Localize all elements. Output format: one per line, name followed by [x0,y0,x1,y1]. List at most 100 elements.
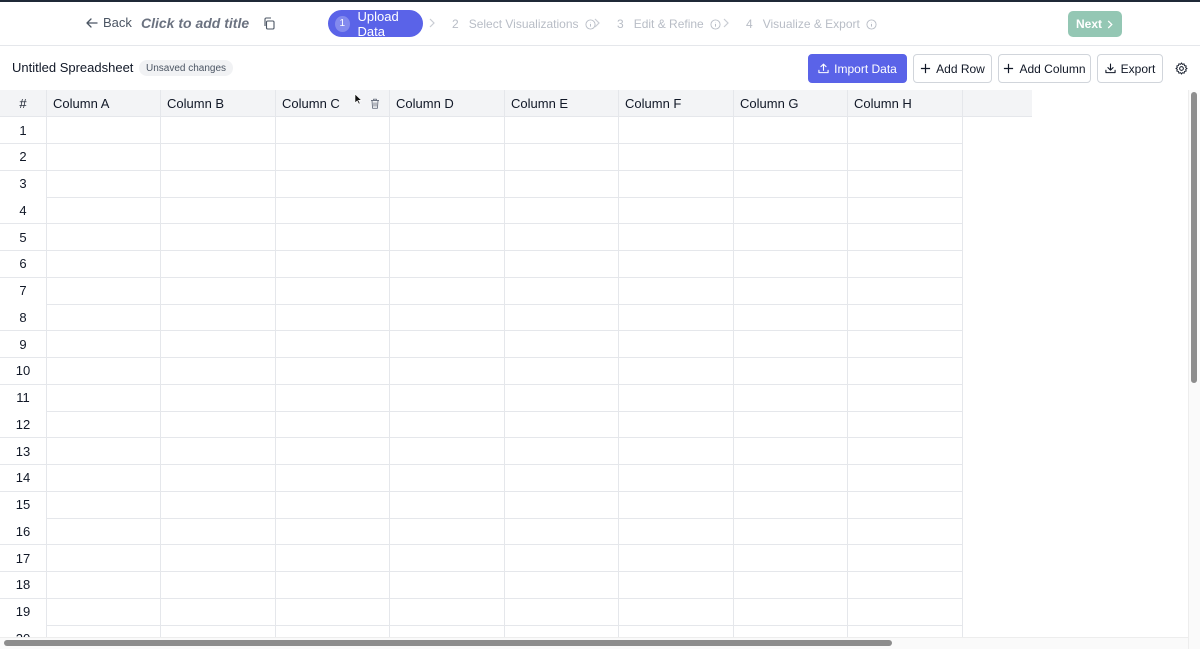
next-button[interactable]: Next [1068,11,1122,37]
table-cell[interactable] [619,197,734,225]
table-cell[interactable] [619,304,734,332]
table-cell[interactable] [276,518,390,546]
table-cell[interactable] [619,224,734,251]
table-cell[interactable] [848,304,963,332]
table-cell[interactable] [734,411,848,439]
table-cell[interactable] [848,571,963,599]
table-cell[interactable] [734,571,848,599]
table-cell[interactable] [390,411,505,439]
table-cell[interactable] [505,224,619,251]
table-cell[interactable] [619,277,734,305]
table-cell[interactable] [505,277,619,305]
table-cell[interactable] [848,545,963,572]
table-cell[interactable] [505,545,619,572]
table-cell[interactable] [505,197,619,225]
table-cell[interactable] [734,170,848,198]
table-cell[interactable] [505,464,619,492]
table-cell[interactable] [734,625,848,637]
table-cell[interactable] [47,411,161,439]
table-cell[interactable] [276,170,390,198]
table-cell[interactable] [619,250,734,278]
table-cell[interactable] [619,625,734,637]
table-cell[interactable] [734,598,848,626]
table-cell[interactable] [619,117,734,144]
column-header[interactable]: Column E [505,90,619,117]
table-cell[interactable] [734,491,848,519]
column-header[interactable]: Column B [161,90,276,117]
table-cell[interactable] [848,598,963,626]
info-icon[interactable] [710,18,721,30]
table-cell[interactable] [276,117,390,144]
table-cell[interactable] [390,250,505,278]
table-cell[interactable] [848,170,963,198]
gear-icon[interactable] [1175,62,1188,75]
table-cell[interactable] [390,571,505,599]
table-cell[interactable] [505,438,619,465]
table-cell[interactable] [734,331,848,358]
table-cell[interactable] [848,625,963,637]
table-cell[interactable] [47,438,161,465]
table-cell[interactable] [619,545,734,572]
table-cell[interactable] [734,384,848,412]
table-cell[interactable] [161,545,276,572]
table-cell[interactable] [619,518,734,546]
table-cell[interactable] [390,143,505,171]
step-edit-refine[interactable]: 3 Edit & Refine [617,17,721,31]
table-cell[interactable] [47,170,161,198]
table-cell[interactable] [390,277,505,305]
table-cell[interactable] [848,331,963,358]
horizontal-scrollbar[interactable] [4,640,892,646]
table-cell[interactable] [276,277,390,305]
table-cell[interactable] [390,464,505,492]
table-cell[interactable] [47,545,161,572]
table-cell[interactable] [734,545,848,572]
table-cell[interactable] [161,277,276,305]
table-cell[interactable] [848,384,963,412]
table-cell[interactable] [619,143,734,171]
table-cell[interactable] [47,250,161,278]
table-cell[interactable] [505,117,619,144]
table-cell[interactable] [161,598,276,626]
table-cell[interactable] [161,384,276,412]
table-cell[interactable] [161,250,276,278]
table-cell[interactable] [390,545,505,572]
table-cell[interactable] [505,625,619,637]
table-cell[interactable] [276,197,390,225]
table-cell[interactable] [47,625,161,637]
step-visualize-export[interactable]: 4 Visualize & Export [746,17,877,31]
table-cell[interactable] [161,411,276,439]
table-cell[interactable] [161,331,276,358]
table-cell[interactable] [47,384,161,412]
table-cell[interactable] [505,411,619,439]
table-cell[interactable] [734,304,848,332]
vertical-scrollbar[interactable] [1191,92,1197,383]
table-cell[interactable] [390,117,505,144]
table-cell[interactable] [848,224,963,251]
table-cell[interactable] [505,571,619,599]
table-cell[interactable] [390,224,505,251]
table-cell[interactable] [848,518,963,546]
table-cell[interactable] [390,598,505,626]
table-cell[interactable] [734,518,848,546]
table-cell[interactable] [390,384,505,412]
table-cell[interactable] [848,438,963,465]
table-cell[interactable] [619,170,734,198]
table-cell[interactable] [276,331,390,358]
table-cell[interactable] [734,277,848,305]
table-cell[interactable] [619,438,734,465]
table-cell[interactable] [161,117,276,144]
table-cell[interactable] [734,197,848,225]
column-header[interactable]: Column H [848,90,963,117]
table-cell[interactable] [161,197,276,225]
copy-icon[interactable] [263,17,275,30]
table-cell[interactable] [276,304,390,332]
import-data-button[interactable]: Import Data [808,54,907,83]
trash-icon[interactable] [370,98,380,109]
info-icon[interactable] [866,18,877,30]
table-cell[interactable] [276,143,390,171]
table-cell[interactable] [848,117,963,144]
column-header[interactable]: Column D [390,90,505,117]
table-cell[interactable] [47,143,161,171]
table-cell[interactable] [390,518,505,546]
table-cell[interactable] [390,491,505,519]
